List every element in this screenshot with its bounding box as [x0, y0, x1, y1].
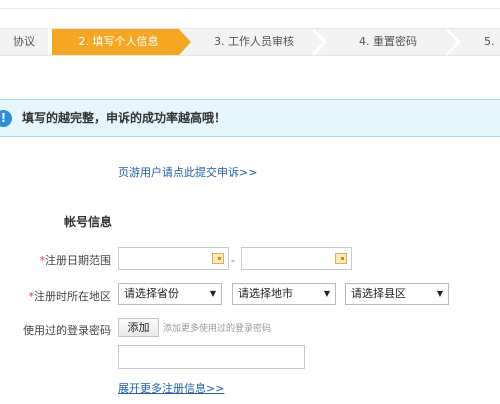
section-title-account-info: 帐号信息: [64, 215, 113, 229]
district-select-value: 请选择县区: [351, 287, 406, 300]
reg-date-start-input[interactable]: [118, 247, 229, 270]
reg-date-end-input[interactable]: [241, 247, 352, 270]
used-password-input[interactable]: [118, 345, 305, 369]
expand-more-info-link[interactable]: 展开更多注册信息>>: [118, 380, 224, 396]
step-separator: [311, 29, 323, 55]
tip-banner: ! 填写的越完整，申诉的成功率越高哦！: [0, 99, 500, 137]
step-label: 4. 重置密码: [359, 35, 417, 48]
calendar-icon[interactable]: [335, 253, 347, 264]
chevron-down-icon: ▼: [436, 289, 443, 298]
step-5: 5.: [462, 29, 500, 55]
add-password-button[interactable]: 添加: [118, 318, 159, 337]
step-label: 协议: [13, 35, 35, 48]
province-select-value: 请选择省份: [124, 287, 179, 300]
reg-region-label-text: 注册时所在地区: [34, 290, 111, 303]
step-fill-info: 2. 填写个人信息: [52, 29, 179, 55]
district-select[interactable]: 请选择县区 ▼: [345, 283, 449, 305]
chevron-down-icon: ▼: [323, 289, 330, 298]
webgame-appeal-link[interactable]: 页游用户请点此提交申诉>>: [118, 164, 257, 180]
info-icon: !: [0, 110, 12, 127]
used-passwords-label: 使用过的登录密码: [23, 324, 111, 337]
tip-text: 填写的越完整，申诉的成功率越高哦！: [22, 111, 227, 125]
calendar-icon[interactable]: [212, 253, 224, 264]
city-select-value: 请选择地市: [238, 287, 293, 300]
step-reset-password: 4. 重置密码: [326, 29, 450, 55]
progress-steps: 协议 2. 填写个人信息 3. 工作人员审核 4. 重置密码 5.: [0, 28, 500, 56]
chevron-down-icon: ▼: [209, 289, 216, 298]
step-label: 2. 填写个人信息: [78, 35, 159, 48]
step-agreement: 协议: [0, 29, 48, 55]
step-label: 5.: [484, 35, 495, 48]
top-divider: [0, 8, 500, 9]
date-range-separator: -: [231, 254, 235, 267]
province-select[interactable]: 请选择省份 ▼: [118, 283, 222, 305]
step-review: 3. 工作人员审核: [192, 29, 316, 55]
step-active-arrow: [179, 29, 191, 55]
city-select[interactable]: 请选择地市 ▼: [232, 283, 336, 305]
reg-region-label: *注册时所在地区: [29, 288, 112, 304]
step-label: 3. 工作人员审核: [214, 35, 294, 48]
step-separator: [445, 29, 457, 55]
reg-date-label: *注册日期范围: [40, 252, 112, 268]
reg-date-label-text: 注册日期范围: [45, 254, 111, 267]
add-password-hint: 添加更多使用过的登录密码: [163, 324, 272, 334]
